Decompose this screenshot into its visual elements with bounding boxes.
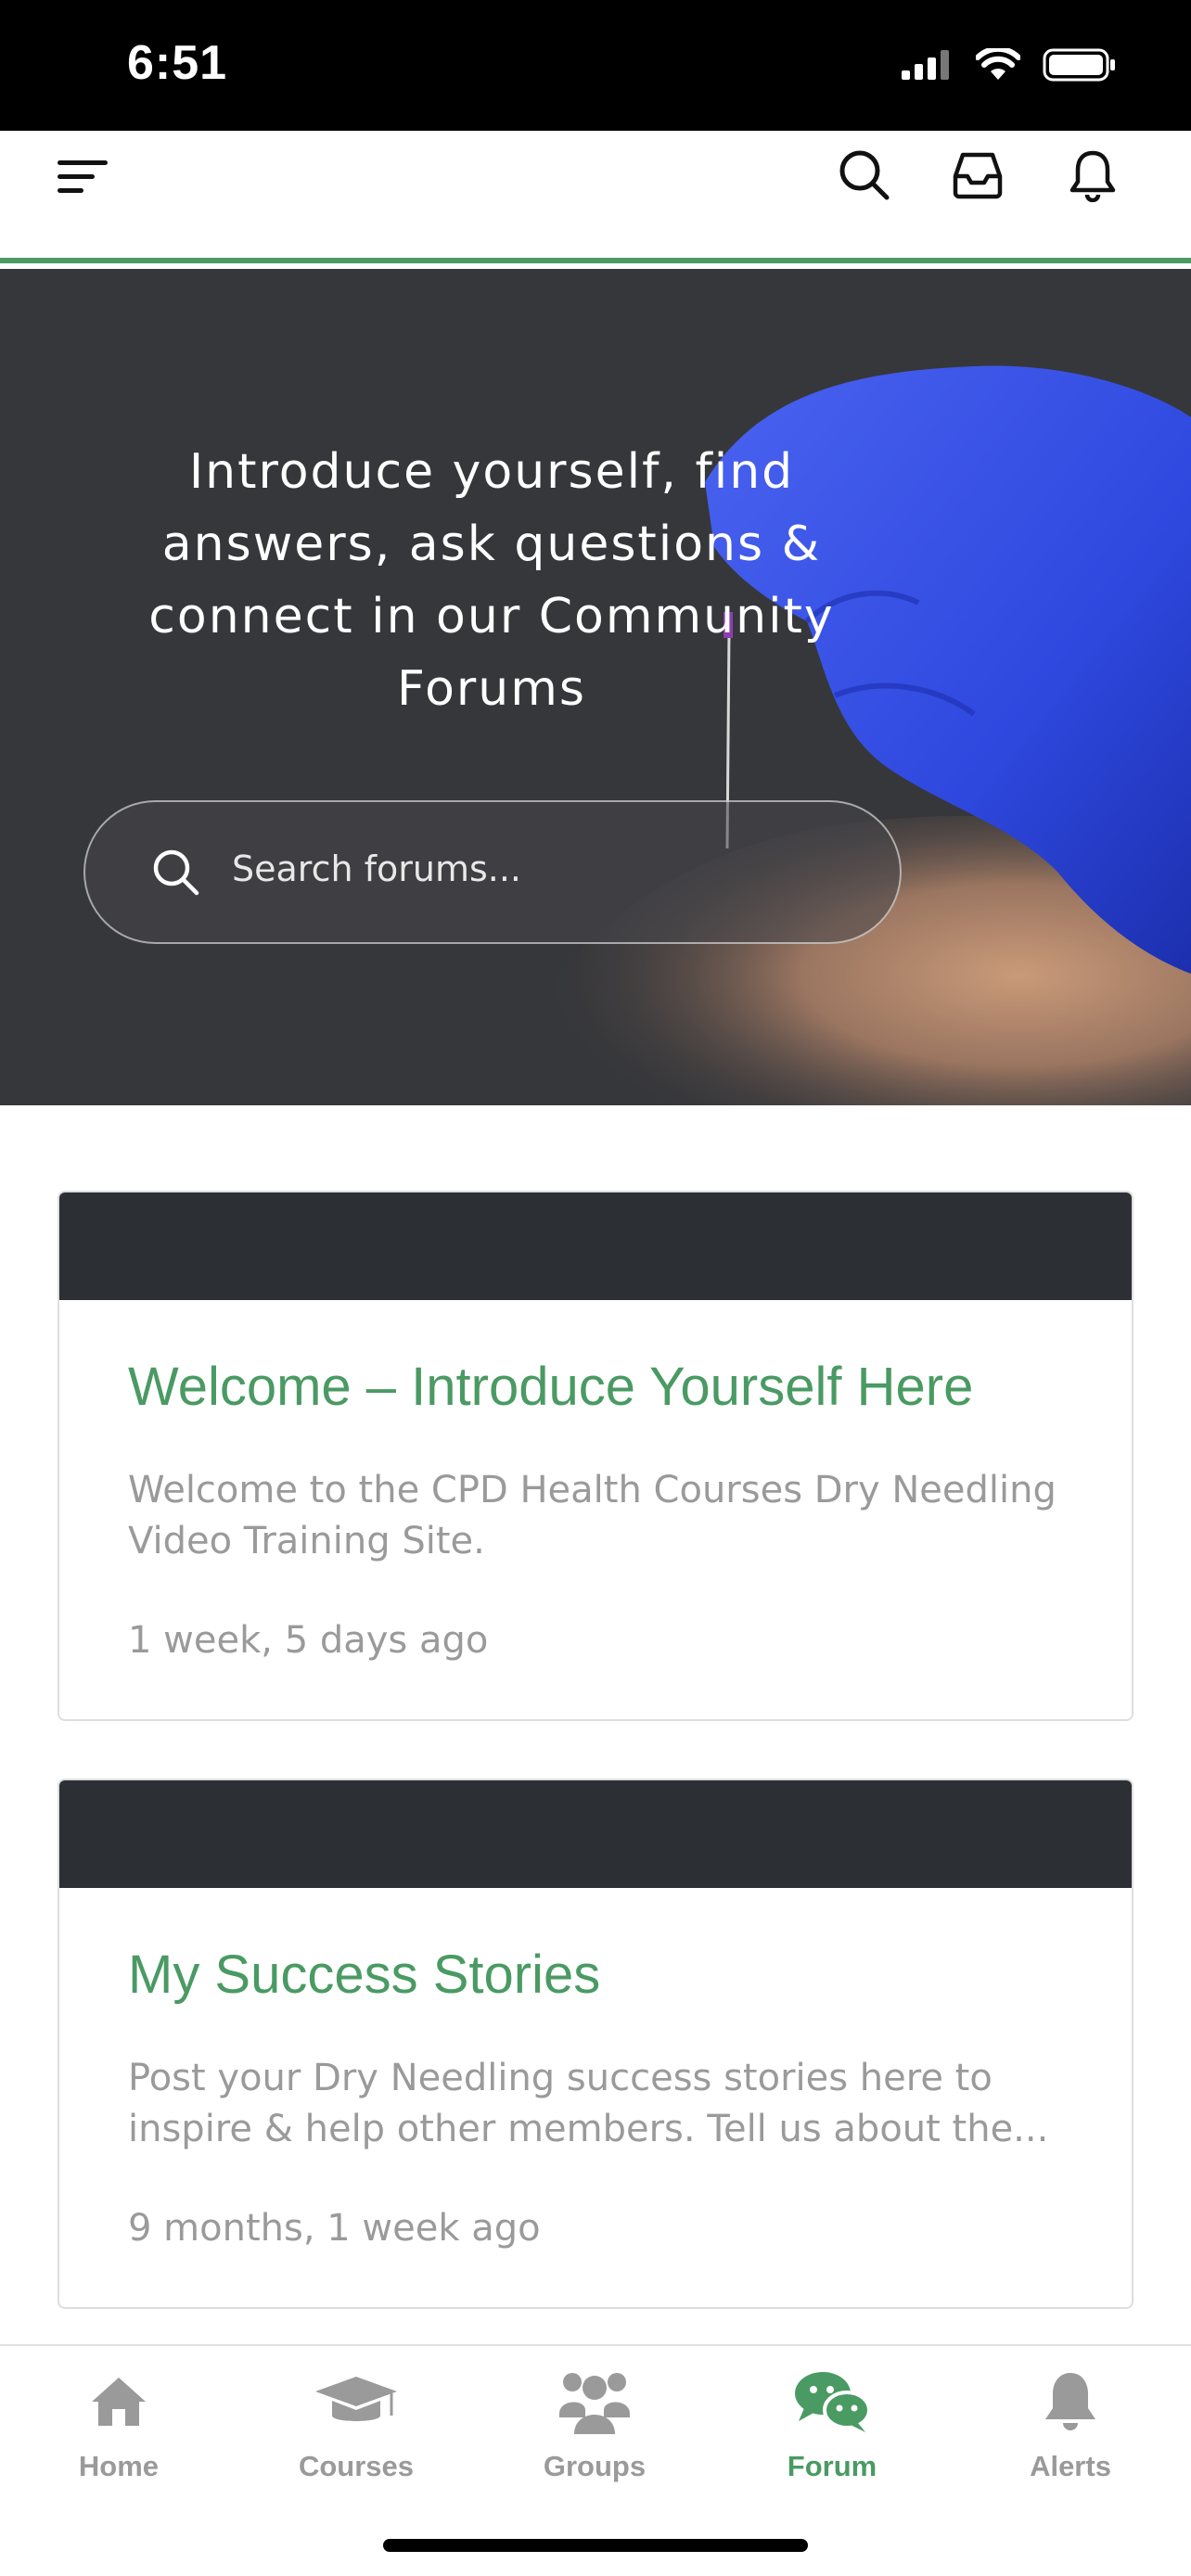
menu-button[interactable] <box>58 144 122 209</box>
forum-card[interactable]: My Success Stories Post your Dry Needlin… <box>58 1779 1133 2309</box>
battery-icon <box>1043 48 1115 82</box>
status-time: 6:51 <box>127 36 228 90</box>
search-button[interactable] <box>827 138 902 212</box>
menu-icon-line <box>58 159 108 165</box>
forum-last-activity: 9 months, 1 week ago <box>128 2207 541 2250</box>
bell-icon <box>1041 2365 1100 2439</box>
signal-icon <box>902 50 949 80</box>
chat-bubbles-icon <box>793 2365 871 2439</box>
menu-icon-line <box>58 173 95 179</box>
tab-label: Alerts <box>1030 2450 1111 2482</box>
wifi-icon <box>976 48 1020 80</box>
forum-description: Welcome to the CPD Health Courses Dry Ne… <box>128 1469 1057 1562</box>
app-header <box>0 131 1191 263</box>
menu-icon-line <box>58 187 83 193</box>
hero-title: Introduce yourself, find answers, ask qu… <box>148 444 835 717</box>
tab-home[interactable]: Home <box>26 2365 211 2483</box>
tab-label: Home <box>78 2450 160 2482</box>
groups-icon <box>557 2365 632 2439</box>
forum-description: Post your Dry Needling success stories h… <box>128 2057 1049 2150</box>
inbox-button[interactable] <box>941 138 1015 212</box>
tab-forum[interactable]: Forum <box>739 2365 925 2483</box>
inbox-icon <box>953 152 1003 199</box>
status-bar: 6:51 <box>0 0 1191 131</box>
forum-last-activity: 1 week, 5 days ago <box>128 1619 489 1662</box>
notifications-button[interactable] <box>1056 138 1130 212</box>
forum-card-banner <box>59 1780 1132 1888</box>
tab-alerts[interactable]: Alerts <box>978 2365 1163 2483</box>
forum-card[interactable]: Welcome – Introduce Yourself Here Welcom… <box>58 1191 1133 1721</box>
tab-label: Forum <box>787 2450 877 2482</box>
search-icon <box>153 849 199 896</box>
home-indicator[interactable] <box>383 2539 808 2552</box>
search-icon <box>839 150 890 200</box>
bell-icon <box>1069 150 1116 202</box>
tab-label: Courses <box>298 2450 415 2482</box>
forum-title[interactable]: Welcome – Introduce Yourself Here <box>128 1356 973 1418</box>
graduation-cap-icon <box>314 2365 399 2439</box>
tab-courses[interactable]: Courses <box>263 2365 449 2483</box>
status-icons <box>902 48 1117 82</box>
home-icon <box>88 2365 149 2439</box>
forum-search-box[interactable] <box>83 800 902 944</box>
hero-banner: Introduce yourself, find answers, ask qu… <box>0 269 1191 1105</box>
tab-groups[interactable]: Groups <box>502 2365 687 2483</box>
forum-search-input[interactable] <box>232 848 826 889</box>
forum-card-banner <box>59 1192 1132 1300</box>
forum-title[interactable]: My Success Stories <box>128 1944 600 2006</box>
tab-label: Groups <box>543 2450 647 2482</box>
